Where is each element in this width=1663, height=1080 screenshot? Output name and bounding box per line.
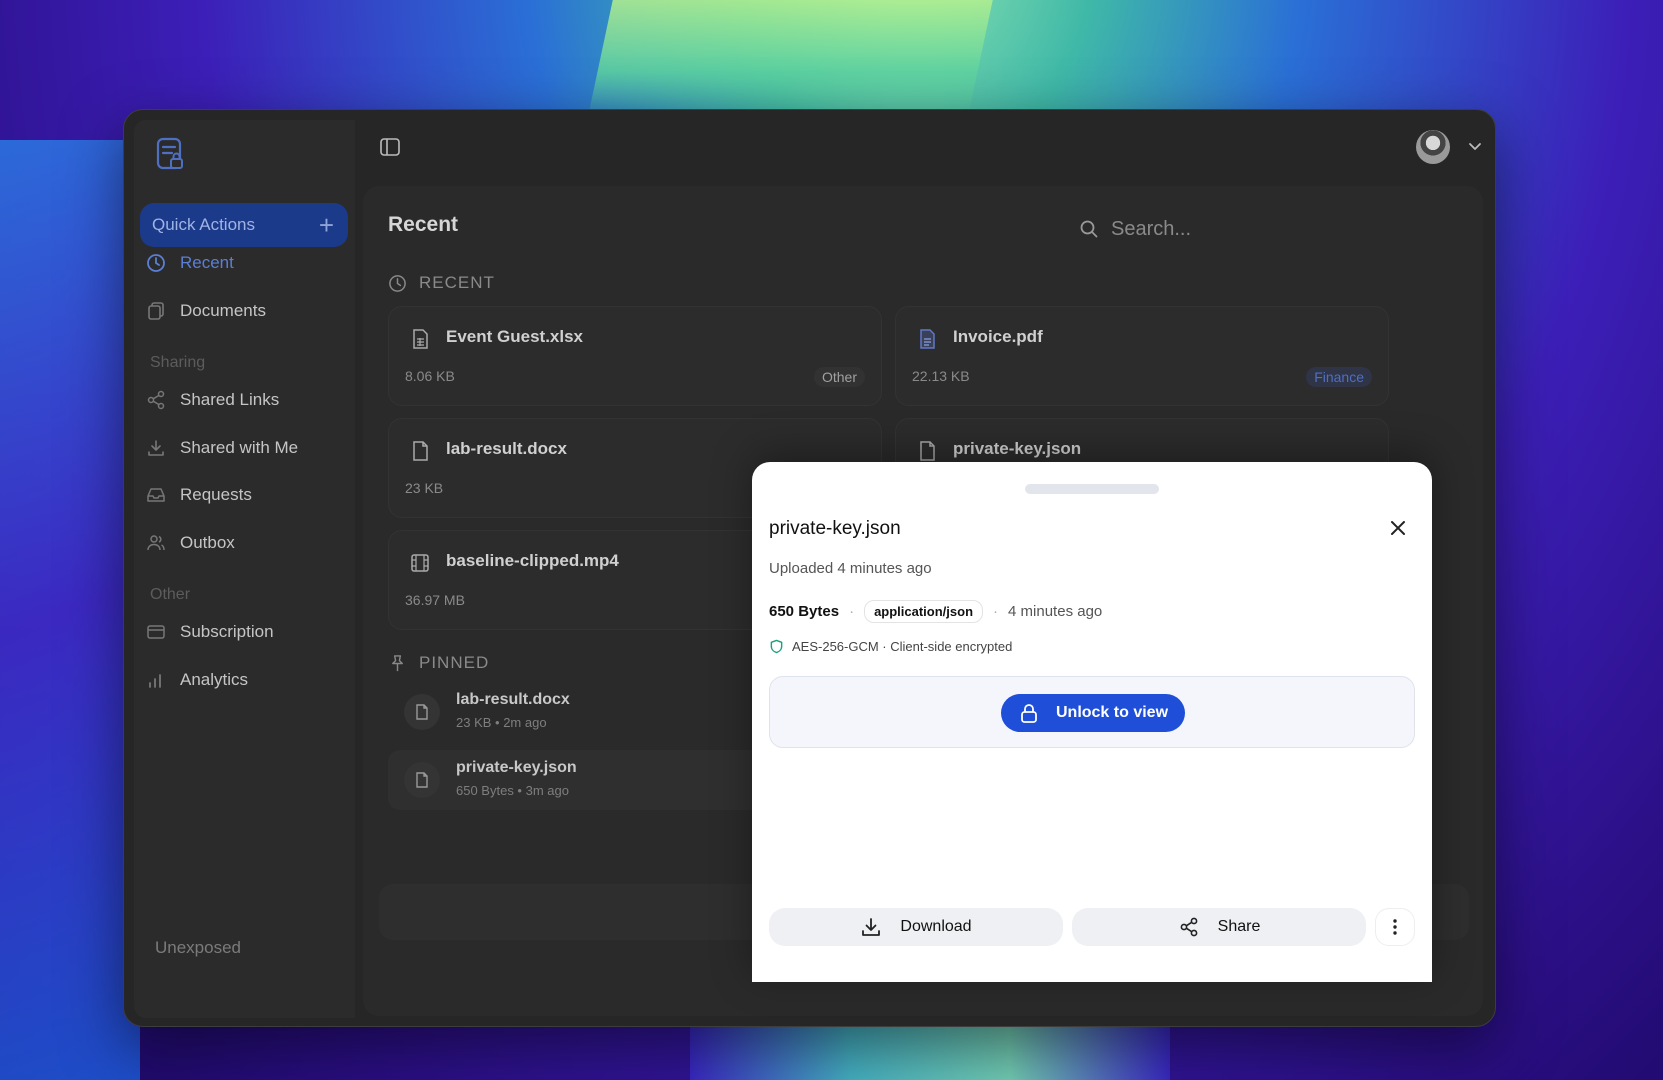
- file-size: 8.06 KB: [405, 368, 455, 384]
- document-icon: [413, 441, 428, 461]
- spreadsheet-icon: [413, 329, 428, 349]
- wallpaper-streak: [0, 140, 140, 1080]
- sidebar-item-label: Analytics: [180, 670, 249, 689]
- credit-card-icon: [147, 625, 165, 639]
- quick-actions-label: Quick Actions: [152, 215, 255, 234]
- share-label: Share: [1217, 918, 1261, 935]
- sidebar-item-label: Outbox: [180, 533, 235, 552]
- clock-icon: [389, 274, 406, 292]
- pinned-file-meta: 23 KB • 2m ago: [456, 715, 547, 730]
- file-name: baseline-clipped.mp4: [446, 551, 619, 570]
- file-size: 36.97 MB: [405, 592, 465, 608]
- sheet-drag-handle[interactable]: [1025, 484, 1159, 494]
- search-input[interactable]: Search...: [1063, 204, 1403, 254]
- file-name: Event Guest.xlsx: [446, 327, 584, 346]
- sheet-actions: Download Share: [769, 908, 1415, 946]
- section-label-other: Other: [150, 586, 191, 603]
- encryption-label: AES-256-GCM · Client-side encrypted: [792, 639, 1013, 654]
- video-file-icon: [411, 554, 429, 572]
- file-name: private-key.json: [953, 439, 1082, 458]
- sidebar-item-label: Requests: [180, 485, 252, 504]
- pinned-section-heading: PINNED: [388, 653, 489, 673]
- sidebar-item-recent[interactable]: Recent: [146, 246, 234, 280]
- search-icon: [1080, 220, 1098, 238]
- file-age: 4 minutes ago: [1008, 603, 1103, 620]
- download-icon: [862, 918, 881, 936]
- search-placeholder: Search...: [1111, 217, 1192, 240]
- file-detail-sheet: private-key.json Uploaded 4 minutes ago …: [752, 462, 1432, 982]
- sidebar: Quick Actions + Recent Documents Sharing…: [134, 120, 355, 1018]
- more-vertical-icon: [1393, 919, 1397, 935]
- share-icon: [1180, 917, 1198, 937]
- download-icon: [148, 440, 164, 456]
- sidebar-item-label: Shared Links: [180, 390, 280, 409]
- sidebar-footer-label[interactable]: Unexposed: [155, 938, 241, 958]
- document-icon: [920, 441, 935, 461]
- sidebar-item-shared-links[interactable]: Shared Links: [146, 383, 279, 417]
- sidebar-item-shared-with-me[interactable]: Shared with Me: [146, 431, 298, 465]
- unlock-label: Unlock to view: [1055, 704, 1169, 721]
- sidebar-item-label: Recent: [180, 253, 234, 272]
- sidebar-item-outbox[interactable]: Outbox: [146, 526, 235, 560]
- sidebar-item-analytics[interactable]: Analytics: [146, 663, 248, 697]
- file-size: 23 KB: [405, 480, 444, 496]
- upload-time: Uploaded 4 minutes ago: [769, 560, 932, 577]
- sidebar-item-label: Shared with Me: [180, 438, 299, 457]
- sidebar-item-requests[interactable]: Requests: [146, 478, 252, 512]
- sheet-title: private-key.json: [769, 518, 901, 539]
- sidebar-item-subscription[interactable]: Subscription: [146, 615, 274, 649]
- pdf-file-icon: [920, 329, 935, 349]
- more-options-button[interactable]: [1375, 908, 1415, 946]
- clock-icon: [147, 254, 165, 272]
- file-card[interactable]: Invoice.pdf 22.13 KB Finance: [895, 306, 1389, 406]
- pinned-file-name: private-key.json: [456, 759, 577, 776]
- sidebar-item-documents[interactable]: Documents: [146, 294, 266, 328]
- share-icon: [147, 390, 165, 410]
- users-icon: [147, 535, 165, 551]
- chevron-down-icon[interactable]: [1467, 138, 1483, 154]
- section-label-sharing: Sharing: [150, 354, 206, 371]
- sidebar-item-label: Documents: [180, 301, 266, 320]
- close-icon[interactable]: [1386, 516, 1410, 540]
- file-meta-row: 650 Bytes · application/json · 4 minutes…: [769, 600, 1102, 623]
- recent-heading-label: RECENT: [419, 273, 495, 292]
- mime-type-badge: application/json: [864, 600, 984, 623]
- avatar[interactable]: [1416, 130, 1450, 164]
- shield-icon: [770, 639, 783, 654]
- file-size: 22.13 KB: [912, 368, 970, 384]
- documents-icon: [148, 302, 164, 320]
- app-logo-icon[interactable]: [150, 134, 190, 174]
- file-card[interactable]: Event Guest.xlsx 8.06 KB Other: [388, 306, 882, 406]
- download-button[interactable]: Download: [769, 908, 1063, 946]
- separator-dot: ·: [993, 603, 999, 620]
- page-title: Recent: [388, 213, 459, 236]
- wallpaper-streak: [587, 0, 993, 120]
- share-button[interactable]: Share: [1072, 908, 1366, 946]
- encryption-info: AES-256-GCM · Client-side encrypted: [769, 639, 1012, 654]
- pin-icon: [392, 654, 403, 671]
- document-icon: [404, 762, 440, 798]
- pinned-file-name: lab-result.docx: [456, 691, 570, 708]
- file-size: 650 Bytes: [769, 603, 840, 620]
- separator-dot: ·: [849, 603, 855, 620]
- category-tag: Finance: [1306, 367, 1372, 387]
- file-name: lab-result.docx: [446, 439, 567, 458]
- wallpaper-streak: [690, 1020, 1170, 1080]
- bar-chart-icon: [149, 674, 161, 688]
- recent-section-heading: RECENT: [388, 273, 495, 293]
- sidebar-toggle-icon[interactable]: [379, 136, 401, 158]
- sidebar-item-label: Subscription: [180, 622, 274, 641]
- quick-actions-button[interactable]: Quick Actions +: [140, 203, 348, 247]
- file-name: Invoice.pdf: [953, 327, 1043, 346]
- plus-icon: +: [318, 210, 334, 240]
- document-icon: [404, 694, 440, 730]
- lock-icon: [1021, 704, 1037, 723]
- inbox-icon: [147, 488, 165, 502]
- locked-preview-panel: Unlock to view: [769, 676, 1415, 748]
- pinned-file-meta: 650 Bytes • 3m ago: [456, 783, 569, 798]
- pinned-heading-label: PINNED: [419, 653, 490, 672]
- category-tag: Other: [813, 367, 865, 387]
- download-label: Download: [900, 918, 972, 935]
- unlock-button[interactable]: Unlock to view: [1001, 694, 1185, 732]
